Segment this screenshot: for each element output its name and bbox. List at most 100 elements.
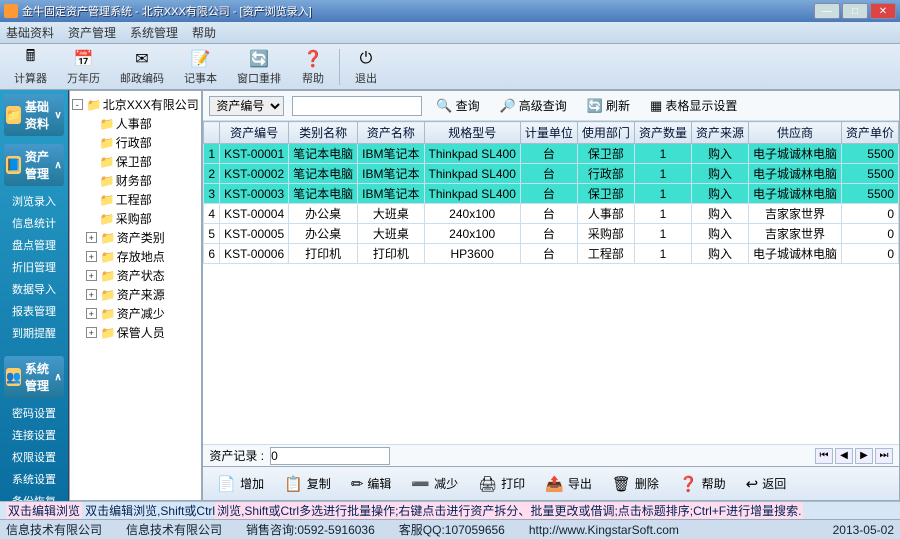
copy-button[interactable]: 📋复制 (278, 472, 337, 496)
sidebar-item[interactable]: 数据导入 (10, 278, 64, 300)
column-header[interactable]: 规格型号 (424, 122, 520, 144)
column-header[interactable]: 使用部门 (577, 122, 634, 144)
table-row[interactable]: 1KST-00001笔记本电脑IBM笔记本Thinkpad SL400台保卫部1… (204, 144, 899, 164)
maximize-button[interactable]: □ (842, 3, 868, 19)
status-tel: 销售咨询:0592-5916036 (246, 521, 375, 538)
table-row[interactable]: 3KST-00003笔记本电脑IBM笔记本Thinkpad SL400台保卫部1… (204, 184, 899, 204)
minimize-button[interactable]: — (814, 3, 840, 19)
help-button[interactable]: ❓帮助 (673, 472, 732, 496)
tool-exit[interactable]: ⏻退出 (346, 46, 386, 88)
tree-node[interactable]: 📁财务部 (72, 171, 200, 190)
tree-node[interactable]: 📁工程部 (72, 190, 200, 209)
tree-node[interactable]: 📁行政部 (72, 133, 200, 152)
edit-button[interactable]: ✏编辑 (345, 472, 398, 496)
add-button[interactable]: 📄增加 (211, 472, 270, 496)
expand-icon[interactable]: + (86, 327, 97, 338)
hint-bar: 双击编辑浏览 双击编辑浏览,Shift或Ctrl 浏览,Shift或Ctrl多选… (0, 501, 900, 519)
tree-node[interactable]: +📁保管人员 (72, 323, 200, 342)
menu-asset[interactable]: 资产管理 (68, 24, 116, 41)
sidebar-item[interactable]: 连接设置 (10, 424, 64, 446)
menu-base[interactable]: 基础资料 (6, 24, 54, 41)
column-header[interactable]: 供应商 (748, 122, 841, 144)
sidebar-item[interactable]: 到期提醒 (10, 322, 64, 344)
expand-icon[interactable]: + (86, 270, 97, 281)
column-header[interactable]: 资产来源 (691, 122, 748, 144)
folder-icon: 📁 (6, 106, 21, 124)
nav-next[interactable]: ▶ (855, 448, 873, 464)
folder-icon: 📁 (100, 174, 114, 188)
table-row[interactable]: 5KST-00005办公桌大班桌240x100台采购部1购入吉家家世界0 (204, 224, 899, 244)
menubar: 基础资料 资产管理 系统管理 帮助 (0, 22, 900, 44)
export-button[interactable]: 📤导出 (539, 472, 598, 496)
tree-node[interactable]: 📁人事部 (72, 114, 200, 133)
sidebar-item[interactable]: 折旧管理 (10, 256, 64, 278)
menu-help[interactable]: 帮助 (192, 24, 216, 41)
tool-calculator[interactable]: 🖩计算器 (6, 46, 55, 88)
menu-system[interactable]: 系统管理 (130, 24, 178, 41)
tree-node[interactable]: 📁采购部 (72, 209, 200, 228)
sidebar-item[interactable]: 密码设置 (10, 402, 64, 424)
tool-window[interactable]: 🔄窗口重排 (229, 46, 289, 88)
expand-icon[interactable]: + (86, 232, 97, 243)
edit-icon: ✏ (351, 475, 364, 493)
table-row[interactable]: 4KST-00004办公桌大班桌240x100台人事部1购入吉家家世界0 (204, 204, 899, 224)
search-button[interactable]: 🔍查询 (430, 95, 485, 116)
search-field-select[interactable]: 资产编号 (209, 96, 284, 116)
record-input[interactable] (270, 447, 390, 465)
delete-icon: 🗑 (612, 475, 631, 493)
tree-node[interactable]: 📁保卫部 (72, 152, 200, 171)
refresh-button[interactable]: 🔄刷新 (581, 95, 636, 116)
sidebar-header-system[interactable]: 👥系统管理∧ (4, 356, 64, 398)
nav-prev[interactable]: ◀ (835, 448, 853, 464)
back-button[interactable]: ↩返回 (740, 472, 793, 496)
sidebar-item[interactable]: 权限设置 (10, 446, 64, 468)
action-bar: 📄增加 📋复制 ✏编辑 ➖减少 🖨打印 📤导出 🗑删除 ❓帮助 ↩返回 (203, 466, 899, 500)
expand-icon[interactable]: + (86, 308, 97, 319)
folder-icon: 📁 (100, 155, 114, 169)
column-header[interactable]: 计量单位 (520, 122, 577, 144)
table-row[interactable]: 2KST-00002笔记本电脑IBM笔记本Thinkpad SL400台行政部1… (204, 164, 899, 184)
expand-icon[interactable]: + (86, 251, 97, 262)
columns-button[interactable]: ▦表格显示设置 (644, 95, 743, 116)
sidebar-item[interactable]: 盘点管理 (10, 234, 64, 256)
sidebar-item[interactable]: 系统设置 (10, 468, 64, 490)
print-button[interactable]: 🖨打印 (472, 472, 531, 496)
tree-node[interactable]: +📁资产减少 (72, 304, 200, 323)
column-header[interactable]: 资产名称 (358, 122, 424, 144)
expand-icon[interactable]: + (86, 289, 97, 300)
collapse-icon[interactable]: - (72, 99, 83, 110)
sidebar-item[interactable]: 备份恢复 (10, 490, 64, 501)
status-bar: 信息技术有限公司 信息技术有限公司 销售咨询:0592-5916036 客服QQ… (0, 519, 900, 539)
reduce-button[interactable]: ➖减少 (405, 472, 464, 496)
tool-help[interactable]: ❓帮助 (293, 46, 333, 88)
column-header[interactable]: 类别名称 (289, 122, 358, 144)
sidebar-header-base[interactable]: 📁基础资料∨ (4, 94, 64, 136)
tree-node[interactable]: +📁存放地点 (72, 247, 200, 266)
data-grid[interactable]: 资产编号类别名称资产名称规格型号计量单位使用部门资产数量资产来源供应商资产单价1… (203, 121, 899, 444)
table-row[interactable]: 6KST-00006打印机打印机HP3600台工程部1购入电子城诚林电脑0 (204, 244, 899, 264)
sidebar-item[interactable]: 信息统计 (10, 212, 64, 234)
sidebar-item[interactable]: 浏览录入 (10, 190, 64, 212)
nav-last[interactable]: ⏭ (875, 448, 893, 464)
tree-node[interactable]: +📁资产状态 (72, 266, 200, 285)
sidebar-header-asset[interactable]: 📘资产管理∧ (4, 144, 64, 186)
column-header[interactable]: 资产单价 (841, 122, 898, 144)
column-header[interactable]: 资产数量 (634, 122, 691, 144)
tool-calendar[interactable]: 📅万年历 (59, 46, 108, 88)
tree-node[interactable]: -📁北京XXX有限公司 (72, 95, 200, 114)
sidebar-item[interactable]: 报表管理 (10, 300, 64, 322)
tree-node[interactable]: +📁资产来源 (72, 285, 200, 304)
column-header[interactable]: 资产编号 (220, 122, 289, 144)
tool-notepad[interactable]: 📝记事本 (176, 46, 225, 88)
titlebar: 金牛固定资产管理系统 - 北京XXX有限公司 - [资产浏览录入] — □ ✕ (0, 0, 900, 22)
nav-first[interactable]: ⏮ (815, 448, 833, 464)
tree-node[interactable]: +📁资产类别 (72, 228, 200, 247)
search-input[interactable] (292, 96, 422, 116)
help-icon: ❓ (679, 475, 698, 493)
delete-button[interactable]: 🗑删除 (606, 472, 665, 496)
advanced-search-button[interactable]: 🔎高级查询 (494, 95, 573, 116)
tool-postcode[interactable]: ✉邮政编码 (112, 46, 172, 88)
close-button[interactable]: ✕ (870, 3, 896, 19)
back-icon: ↩ (746, 475, 759, 493)
window-title: 金牛固定资产管理系统 - 北京XXX有限公司 - [资产浏览录入] (22, 3, 814, 19)
